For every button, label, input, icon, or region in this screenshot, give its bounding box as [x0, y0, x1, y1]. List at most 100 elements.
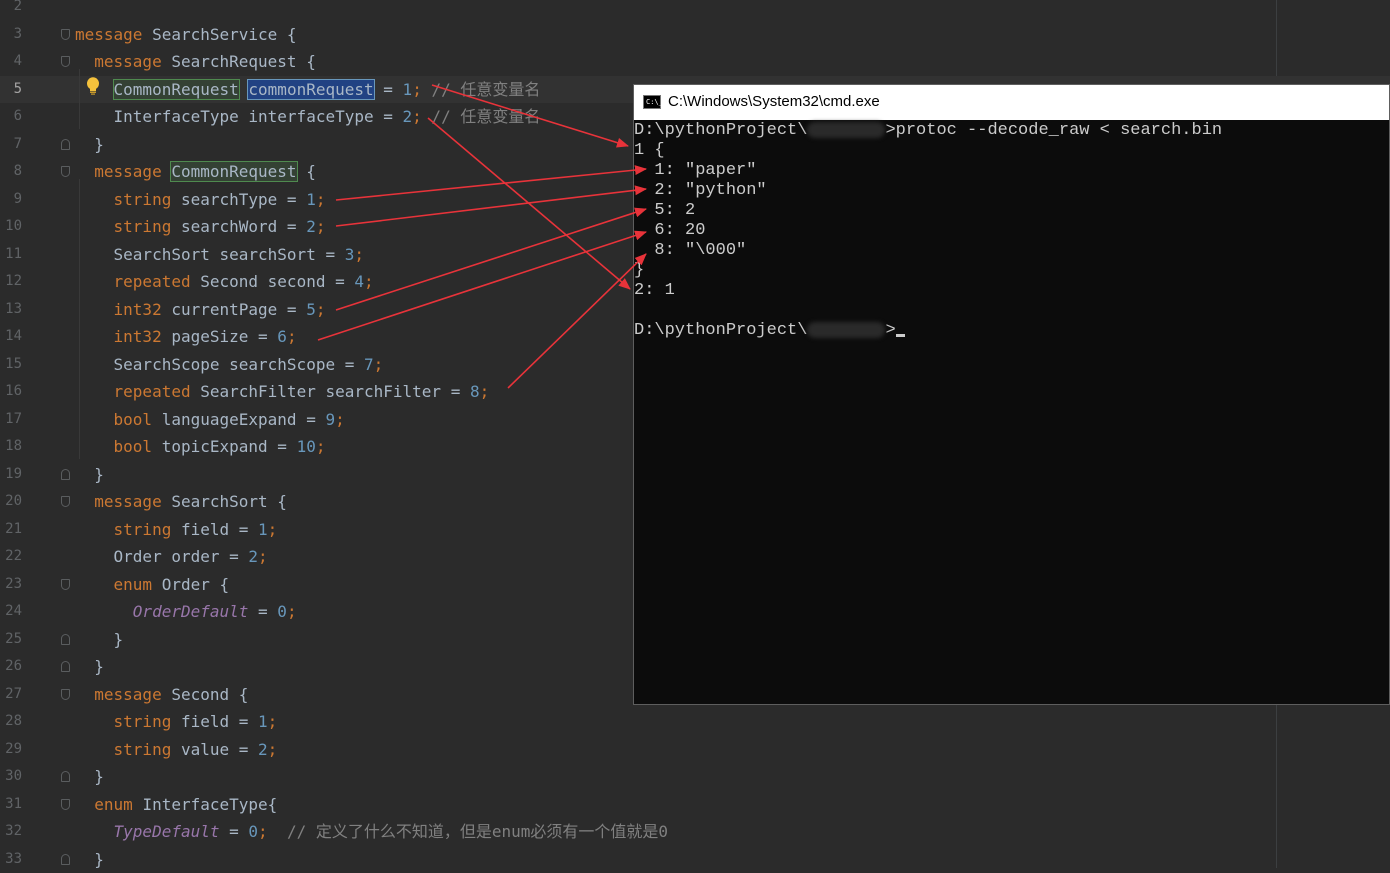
- lightbulb-icon[interactable]: [86, 77, 100, 95]
- line-number[interactable]: 10: [0, 213, 22, 241]
- fold-marker-icon[interactable]: [61, 799, 70, 810]
- code-text: message SearchRequest {: [75, 48, 316, 76]
- code-line[interactable]: 29 string value = 2;: [0, 736, 1390, 764]
- code-line[interactable]: 4 message SearchRequest {: [0, 48, 1390, 76]
- fold-marker-icon[interactable]: [61, 139, 70, 150]
- code-token: OrderDefault: [133, 602, 249, 621]
- code-line[interactable]: 31 enum InterfaceType{: [0, 791, 1390, 819]
- line-number[interactable]: 22: [0, 543, 22, 571]
- code-keyword: ;: [268, 740, 278, 759]
- code-token: {: [297, 162, 316, 181]
- code-token: SearchFilter searchFilter =: [200, 382, 470, 401]
- code-token: }: [75, 850, 104, 869]
- cmd-titlebar[interactable]: C:\_ C:\Windows\System32\cmd.exe: [634, 85, 1389, 120]
- line-number[interactable]: 30: [0, 763, 22, 791]
- code-keyword: enum: [114, 575, 162, 594]
- line-number[interactable]: 17: [0, 406, 22, 434]
- line-number[interactable]: 15: [0, 351, 22, 379]
- code-line[interactable]: 30 }: [0, 763, 1390, 791]
- code-token: [75, 217, 114, 236]
- cmd-window[interactable]: C:\_ C:\Windows\System32\cmd.exe D:\pyth…: [633, 84, 1390, 705]
- code-text: }: [75, 626, 123, 654]
- code-keyword: message: [94, 162, 171, 181]
- line-number[interactable]: 26: [0, 653, 22, 681]
- output-line: 2: "python": [634, 181, 767, 201]
- fold-marker-icon[interactable]: [61, 689, 70, 700]
- line-number[interactable]: 23: [0, 571, 22, 599]
- line-number[interactable]: 6: [0, 103, 22, 131]
- code-token: 1: [403, 80, 413, 99]
- line-number[interactable]: 12: [0, 268, 22, 296]
- line-number[interactable]: 8: [0, 158, 22, 186]
- code-token: [75, 410, 114, 429]
- fold-marker-icon[interactable]: [61, 771, 70, 782]
- code-token: commonRequest: [248, 80, 373, 99]
- line-number[interactable]: 28: [0, 708, 22, 736]
- output-line: }: [634, 261, 644, 281]
- line-number[interactable]: 31: [0, 791, 22, 819]
- code-line[interactable]: 33 }: [0, 846, 1390, 873]
- line-number[interactable]: 20: [0, 488, 22, 516]
- fold-marker-icon[interactable]: [61, 634, 70, 645]
- code-text: enum Order {: [75, 571, 229, 599]
- fold-marker-icon[interactable]: [61, 579, 70, 590]
- line-number[interactable]: 19: [0, 461, 22, 489]
- code-keyword: int32: [114, 327, 172, 346]
- line-number[interactable]: 33: [0, 846, 22, 873]
- output-line: 6: 20: [634, 221, 705, 241]
- code-comment: // 定义了什么不知道，但是enum必须有一个值就是0: [268, 822, 668, 841]
- code-token: 3: [345, 245, 355, 264]
- code-token: SearchScope searchScope =: [75, 355, 364, 374]
- line-number[interactable]: 27: [0, 681, 22, 709]
- fold-marker-icon[interactable]: [61, 166, 70, 177]
- code-keyword: string: [114, 217, 181, 236]
- code-token: 2: [248, 547, 258, 566]
- code-keyword: ;: [480, 382, 490, 401]
- fold-marker-icon[interactable]: [61, 496, 70, 507]
- line-number[interactable]: 14: [0, 323, 22, 351]
- line-number[interactable]: 7: [0, 131, 22, 159]
- line-number[interactable]: 9: [0, 186, 22, 214]
- line-number[interactable]: 13: [0, 296, 22, 324]
- code-token: [75, 327, 114, 346]
- fold-marker-icon[interactable]: [61, 469, 70, 480]
- code-text: }: [75, 653, 104, 681]
- line-number[interactable]: 5: [0, 76, 22, 104]
- line-number[interactable]: 4: [0, 48, 22, 76]
- code-token: Second second =: [200, 272, 354, 291]
- line-number[interactable]: 3: [0, 21, 22, 49]
- code-line[interactable]: 3message SearchService {: [0, 21, 1390, 49]
- fold-marker-icon[interactable]: [61, 661, 70, 672]
- code-text: string field = 1;: [75, 516, 277, 544]
- fold-marker-icon[interactable]: [61, 29, 70, 40]
- code-line[interactable]: 2: [0, 0, 1390, 21]
- code-text: SearchScope searchScope = 7;: [75, 351, 383, 379]
- line-number[interactable]: 29: [0, 736, 22, 764]
- code-line[interactable]: 28 string field = 1;: [0, 708, 1390, 736]
- line-number[interactable]: 16: [0, 378, 22, 406]
- code-token: SearchSort {: [171, 492, 287, 511]
- line-number[interactable]: 21: [0, 516, 22, 544]
- line-number[interactable]: 32: [0, 818, 22, 846]
- code-text: message SearchSort {: [75, 488, 287, 516]
- output-line: 8: "\000": [634, 241, 746, 261]
- line-number[interactable]: 24: [0, 598, 22, 626]
- code-token: [75, 795, 94, 814]
- code-token: [75, 382, 114, 401]
- redacted-folder: [807, 122, 885, 138]
- code-line[interactable]: 32 TypeDefault = 0; // 定义了什么不知道，但是enum必须…: [0, 818, 1390, 846]
- code-text: repeated SearchFilter searchFilter = 8;: [75, 378, 489, 406]
- code-token: 7: [364, 355, 374, 374]
- code-token: field =: [181, 520, 258, 539]
- fold-marker-icon[interactable]: [61, 56, 70, 67]
- code-keyword: repeated: [114, 382, 201, 401]
- line-number[interactable]: 25: [0, 626, 22, 654]
- code-text: CommonRequest commonRequest = 1; // 任意变量…: [75, 76, 540, 104]
- line-number[interactable]: 2: [0, 0, 22, 21]
- line-number[interactable]: 11: [0, 241, 22, 269]
- fold-marker-icon[interactable]: [61, 854, 70, 865]
- code-keyword: string: [114, 712, 181, 731]
- line-number[interactable]: 18: [0, 433, 22, 461]
- code-token: Second {: [171, 685, 248, 704]
- code-keyword: ;: [258, 547, 268, 566]
